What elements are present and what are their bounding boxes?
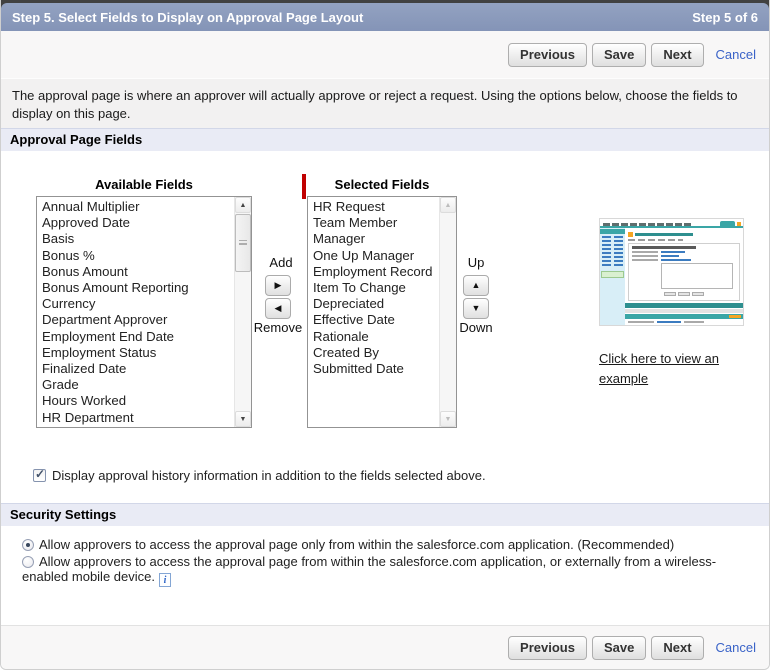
section-header-approval-page-fields: Approval Page Fields	[1, 128, 769, 151]
security-option-mobile: Allow approvers to access the approval p…	[22, 554, 744, 587]
list-option[interactable]: Annual Multiplier	[37, 199, 251, 215]
toolbar-bottom: Previous Save Next Cancel	[1, 625, 769, 669]
page-description: The approval page is where an approver w…	[1, 78, 769, 128]
check-icon: ✓	[35, 467, 45, 481]
list-option[interactable]: Department Approver	[37, 312, 251, 328]
scrollbar-thumb[interactable]	[235, 214, 251, 272]
step-indicator: Step 5 of 6	[692, 10, 758, 25]
list-option[interactable]: Bonus %	[37, 248, 251, 264]
scroll-up-icon[interactable]: ▲	[235, 197, 251, 213]
selected-scrollbar[interactable]: ▲ ▼	[439, 197, 456, 427]
example-thumbnail[interactable]	[599, 218, 744, 326]
scroll-down-icon[interactable]: ▼	[235, 411, 251, 427]
add-label: Add	[259, 255, 303, 270]
list-option[interactable]: Finalized Date	[37, 361, 251, 377]
list-option[interactable]: Grade	[37, 377, 251, 393]
available-fields-label: Available Fields	[36, 177, 252, 192]
next-button[interactable]: Next	[651, 636, 703, 660]
scrollbar-grip	[239, 240, 247, 245]
list-option[interactable]: Approved Date	[37, 215, 251, 231]
radio-mobile-label[interactable]: Allow approvers to access the approval p…	[22, 554, 716, 584]
thumb-tab-bar	[600, 219, 743, 226]
list-option[interactable]: Bonus Amount Reporting	[37, 280, 251, 296]
previous-button[interactable]: Previous	[508, 43, 587, 67]
approval-step-page: Step 5. Select Fields to Display on Appr…	[0, 0, 770, 670]
left-arrow-icon: ◀	[275, 304, 282, 313]
list-option[interactable]: Depreciated	[308, 296, 456, 312]
step-title-bar: Step 5. Select Fields to Display on Appr…	[1, 3, 769, 31]
up-arrow-icon: ▲	[472, 281, 481, 290]
available-scrollbar[interactable]: ▲ ▼	[234, 197, 251, 427]
list-option[interactable]: Bonus Amount	[37, 264, 251, 280]
toolbar-top: Previous Save Next Cancel	[1, 31, 769, 78]
selected-fields-options: HR RequestTeam MemberManagerOne Up Manag…	[308, 199, 456, 377]
history-checkbox-row: ✓ Display approval history information i…	[33, 468, 486, 483]
selected-fields-listbox[interactable]: HR RequestTeam MemberManagerOne Up Manag…	[307, 196, 457, 428]
down-arrow-icon: ▼	[472, 304, 481, 313]
list-option[interactable]: Team Member	[308, 215, 456, 231]
selected-fields-label: Selected Fields	[307, 177, 457, 192]
list-option[interactable]: Submitted Date	[308, 361, 456, 377]
history-checkbox-label[interactable]: Display approval history information in …	[52, 468, 486, 483]
cancel-link[interactable]: Cancel	[716, 640, 756, 655]
list-option[interactable]: Hours Worked	[37, 393, 251, 409]
list-option[interactable]: Employment Status	[37, 345, 251, 361]
required-indicator	[302, 174, 306, 199]
radio-internal-label[interactable]: Allow approvers to access the approval p…	[39, 537, 674, 552]
security-option-internal: Allow approvers to access the approval p…	[22, 537, 744, 552]
list-option[interactable]: Rationale	[308, 329, 456, 345]
down-label: Down	[453, 320, 499, 335]
available-fields-listbox[interactable]: Annual MultiplierApproved DateBasisBonus…	[36, 196, 252, 428]
list-option[interactable]: Employment End Date	[37, 329, 251, 345]
radio-internal-only[interactable]	[22, 539, 34, 551]
list-option[interactable]: Manager	[308, 231, 456, 247]
list-option[interactable]: Currency	[37, 296, 251, 312]
list-option[interactable]: One Up Manager	[308, 248, 456, 264]
remove-label: Remove	[248, 320, 308, 335]
list-option[interactable]: Effective Date	[308, 312, 456, 328]
view-example-link[interactable]: Click here to view an example	[599, 349, 731, 389]
list-option[interactable]: HR Request	[308, 199, 456, 215]
page-title: Step 5. Select Fields to Display on Appr…	[12, 10, 363, 25]
add-button[interactable]: ▶	[265, 275, 291, 296]
move-down-button[interactable]: ▼	[463, 298, 489, 319]
move-up-button[interactable]: ▲	[463, 275, 489, 296]
list-option[interactable]: HR Department	[37, 410, 251, 426]
info-icon[interactable]: i	[159, 573, 171, 587]
list-option[interactable]: Employment Record	[308, 264, 456, 280]
radio-mobile-allowed[interactable]	[22, 556, 34, 568]
next-button[interactable]: Next	[651, 43, 703, 67]
security-options: Allow approvers to access the approval p…	[22, 537, 744, 589]
save-button[interactable]: Save	[592, 43, 646, 67]
thumb-main	[625, 228, 743, 326]
section-header-security-settings: Security Settings	[1, 503, 769, 526]
history-checkbox[interactable]: ✓	[33, 469, 46, 482]
scroll-up-icon[interactable]: ▲	[440, 197, 456, 213]
scroll-down-icon[interactable]: ▼	[440, 411, 456, 427]
list-option[interactable]: Basis	[37, 231, 251, 247]
available-fields-options: Annual MultiplierApproved DateBasisBonus…	[37, 199, 251, 426]
up-label: Up	[459, 255, 493, 270]
thumb-sidebar	[600, 228, 625, 326]
remove-button[interactable]: ◀	[265, 298, 291, 319]
previous-button[interactable]: Previous	[508, 636, 587, 660]
list-option[interactable]: Item To Change	[308, 280, 456, 296]
cancel-link[interactable]: Cancel	[716, 47, 756, 62]
right-arrow-icon: ▶	[275, 281, 282, 290]
save-button[interactable]: Save	[592, 636, 646, 660]
list-option[interactable]: Created By	[308, 345, 456, 361]
